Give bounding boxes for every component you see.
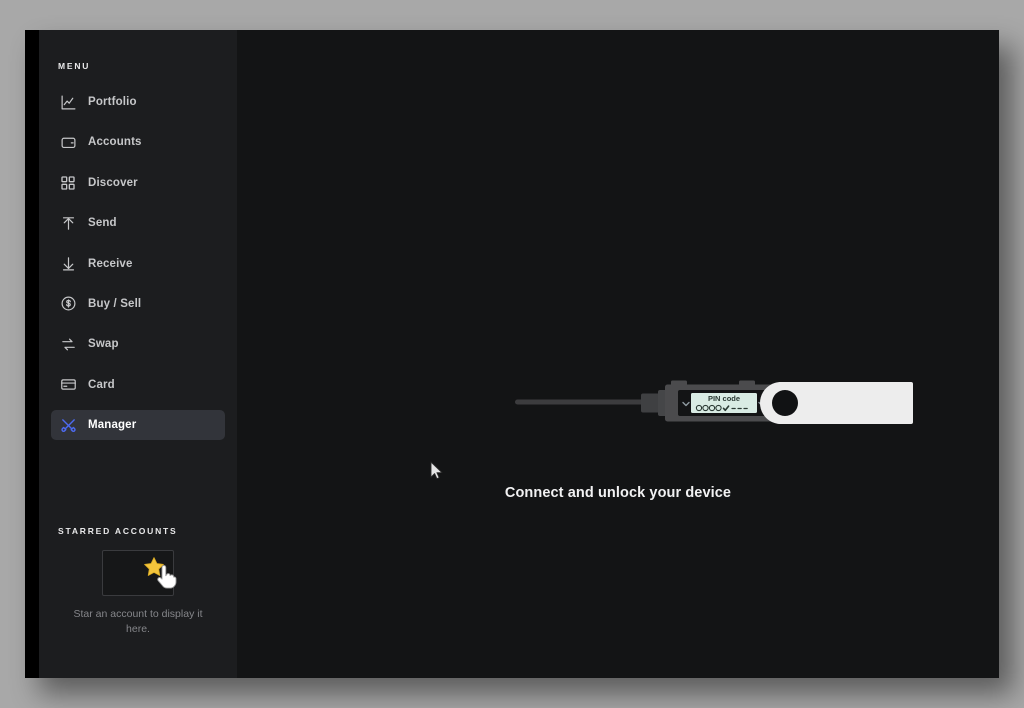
sidebar-item-label: Accounts bbox=[88, 136, 142, 149]
sidebar-item-label: Buy / Sell bbox=[88, 297, 142, 310]
starred-accounts-empty-text: Star an account to display it here. bbox=[73, 608, 203, 635]
sidebar-menu-list: Portfolio Accounts Discover Send Receive… bbox=[39, 87, 237, 441]
sidebar-item-swap[interactable]: Swap bbox=[51, 329, 225, 359]
sidebar-item-card[interactable]: Card bbox=[51, 370, 225, 400]
grid-squares-icon bbox=[59, 174, 77, 192]
sidebar-item-receive[interactable]: Receive bbox=[51, 249, 225, 279]
sidebar-item-label: Card bbox=[88, 378, 115, 391]
arrow-down-icon bbox=[59, 255, 77, 273]
sidebar: MENU Portfolio Accounts Discover Send Re… bbox=[39, 30, 237, 678]
wallet-icon bbox=[59, 133, 77, 151]
device-cable bbox=[515, 399, 647, 405]
starred-empty-illustration bbox=[102, 550, 177, 596]
tools-icon bbox=[59, 416, 77, 434]
sidebar-item-send[interactable]: Send bbox=[51, 208, 225, 238]
sidebar-item-portfolio[interactable]: Portfolio bbox=[51, 87, 225, 117]
ledger-live-window: MENU Portfolio Accounts Discover Send Re… bbox=[25, 30, 999, 678]
arrow-up-icon bbox=[59, 214, 77, 232]
device-screen-title: PIN code bbox=[708, 394, 740, 403]
connect-device-message: Connect and unlock your device bbox=[504, 485, 732, 501]
sidebar-item-label: Discover bbox=[88, 176, 138, 189]
sidebar-item-label: Portfolio bbox=[88, 96, 137, 108]
hand-pointer-icon bbox=[155, 565, 177, 596]
sidebar-item-label: Receive bbox=[88, 257, 133, 270]
main-content: PIN code Connect and unlock your device bbox=[237, 30, 999, 678]
sidebar-item-label: Send bbox=[88, 217, 117, 230]
starred-accounts-empty-state: Star an account to display it here. bbox=[39, 550, 237, 637]
swap-arrows-icon bbox=[59, 335, 77, 353]
device-illustration: PIN code bbox=[513, 368, 933, 438]
sidebar-item-label: Manager bbox=[88, 419, 137, 432]
sidebar-item-accounts[interactable]: Accounts bbox=[51, 127, 225, 157]
sidebar-item-discover[interactable]: Discover bbox=[51, 168, 225, 198]
sidebar-item-label: Swap bbox=[88, 338, 119, 351]
credit-card-icon bbox=[59, 376, 77, 394]
starred-accounts-label: STARRED ACCOUNTS bbox=[58, 526, 178, 536]
window-left-gutter bbox=[25, 30, 39, 678]
sidebar-item-manager[interactable]: Manager bbox=[51, 410, 225, 441]
dollar-circle-icon bbox=[59, 295, 77, 313]
starred-accounts-section: STARRED ACCOUNTS Star an account to disp bbox=[39, 498, 237, 637]
menu-section-label: MENU bbox=[58, 61, 91, 71]
device-cover-hole bbox=[772, 390, 798, 416]
sidebar-item-buy-sell[interactable]: Buy / Sell bbox=[51, 289, 225, 319]
chart-line-icon bbox=[59, 93, 77, 111]
